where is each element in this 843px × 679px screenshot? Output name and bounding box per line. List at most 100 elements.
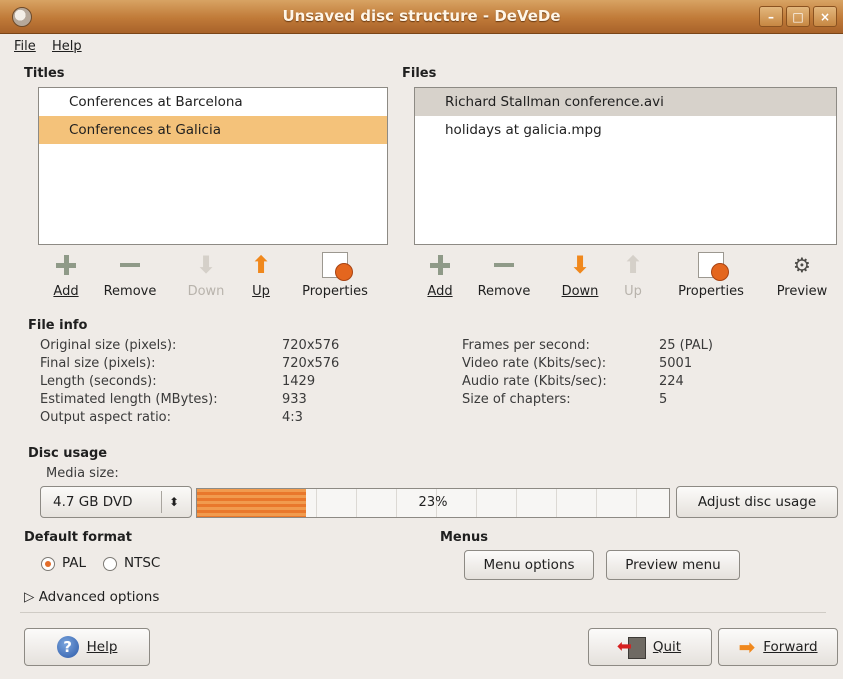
help-button-label: Help <box>86 639 118 655</box>
info-video-rate-value: 5001 <box>659 356 693 371</box>
down-arrow-icon: ⬇ <box>195 251 217 279</box>
window-controls: – □ × <box>759 6 837 27</box>
preview-menu-button[interactable]: Preview menu <box>606 550 740 580</box>
menus-label: Menus <box>440 530 489 545</box>
ntsc-radio[interactable] <box>103 557 117 571</box>
info-length-value: 1429 <box>282 374 316 389</box>
preview-icon: ⚙ <box>793 253 811 277</box>
titles-add-button[interactable]: Add <box>46 252 86 299</box>
info-video-rate-label: Video rate (Kbits/sec): <box>462 356 607 371</box>
advanced-options-expander[interactable]: ▷ Advanced options <box>24 589 159 605</box>
forward-button-label: Forward <box>763 639 818 655</box>
files-list[interactable]: Richard Stallman conference.avi holidays… <box>414 87 837 245</box>
default-format-label: Default format <box>24 530 133 545</box>
title-bar[interactable]: Unsaved disc structure - DeVeDe – □ × <box>0 0 843 34</box>
quit-button[interactable]: Quit <box>588 628 712 666</box>
properties-icon <box>698 252 729 281</box>
media-size-select[interactable]: 4.7 GB DVD ⬍ <box>40 486 192 518</box>
disc-usage-percent: 23% <box>418 495 448 510</box>
files-down-label: Down <box>561 284 599 299</box>
info-length-label: Length (seconds): <box>40 374 157 389</box>
quit-button-label: Quit <box>652 639 682 655</box>
ntsc-label[interactable]: NTSC <box>124 555 160 571</box>
titles-properties-button[interactable]: Properties <box>288 252 382 299</box>
info-audio-rate-value: 224 <box>659 374 684 389</box>
pal-label[interactable]: PAL <box>62 555 86 571</box>
files-properties-button[interactable]: Properties <box>664 252 758 299</box>
menu-options-label: Menu options <box>483 557 575 573</box>
adjust-disc-usage-button[interactable]: Adjust disc usage <box>676 486 838 518</box>
info-chapter-size-label: Size of chapters: <box>462 392 571 407</box>
titles-up-label: Up <box>252 284 270 299</box>
info-final-size-value: 720x576 <box>282 356 340 371</box>
titles-list[interactable]: Conferences at Barcelona Conferences at … <box>38 87 388 245</box>
quit-icon <box>617 636 646 659</box>
files-remove-button[interactable]: Remove <box>468 252 540 299</box>
files-remove-label: Remove <box>477 284 531 299</box>
file-info-label: File info <box>28 318 88 333</box>
media-size-label: Media size: <box>46 466 119 481</box>
expander-triangle-icon: ▷ <box>24 589 35 605</box>
disc-usage-label: Disc usage <box>28 446 108 461</box>
up-arrow-icon: ⬆ <box>250 251 272 279</box>
add-icon <box>53 252 79 278</box>
file-menu[interactable]: File <box>14 39 36 54</box>
titles-down-button[interactable]: ⬇ Down <box>178 252 234 299</box>
remove-icon <box>491 252 517 278</box>
up-arrow-icon: ⬆ <box>622 251 644 279</box>
forward-button[interactable]: ➡ Forward <box>718 628 838 666</box>
pal-radio[interactable] <box>41 557 55 571</box>
titles-remove-button[interactable]: Remove <box>94 252 166 299</box>
advanced-options-label: Advanced options <box>38 589 160 605</box>
info-estimated-length-label: Estimated length (MBytes): <box>40 392 218 407</box>
file-menu-label: File <box>14 39 36 54</box>
footer-separator <box>20 612 826 613</box>
files-label: Files <box>402 66 437 81</box>
info-audio-rate-label: Audio rate (Kbits/sec): <box>462 374 607 389</box>
help-menu[interactable]: Help <box>52 39 82 54</box>
file-item-stallman[interactable]: Richard Stallman conference.avi <box>415 88 836 116</box>
info-aspect-ratio-value: 4:3 <box>282 410 303 425</box>
titles-label: Titles <box>24 66 65 81</box>
files-up-button[interactable]: ⬆ Up <box>616 252 650 299</box>
combo-separator <box>161 491 162 513</box>
help-menu-label: Help <box>52 39 82 54</box>
close-button[interactable]: × <box>813 6 837 27</box>
menubar: File Help <box>0 34 843 60</box>
info-fps-label: Frames per second: <box>462 338 590 353</box>
help-button[interactable]: ? Help <box>24 628 150 666</box>
files-preview-button[interactable]: ⚙ Preview <box>766 252 838 299</box>
info-estimated-length-value: 933 <box>282 392 307 407</box>
info-chapter-size-value: 5 <box>659 392 668 407</box>
title-item-galicia[interactable]: Conferences at Galicia <box>39 116 387 144</box>
files-add-label: Add <box>427 284 453 299</box>
adjust-disc-usage-label: Adjust disc usage <box>697 494 817 510</box>
media-size-value: 4.7 GB DVD <box>53 494 133 510</box>
files-preview-label: Preview <box>776 284 828 299</box>
file-item-holidays[interactable]: holidays at galicia.mpg <box>415 116 836 144</box>
files-down-button[interactable]: ⬇ Down <box>552 252 608 299</box>
properties-icon <box>322 252 353 281</box>
titles-properties-label: Properties <box>302 284 368 299</box>
info-fps-value: 25 (PAL) <box>659 338 713 353</box>
maximize-button[interactable]: □ <box>786 6 810 27</box>
info-aspect-ratio-label: Output aspect ratio: <box>40 410 172 425</box>
files-add-button[interactable]: Add <box>420 252 460 299</box>
remove-icon <box>117 252 143 278</box>
preview-menu-label: Preview menu <box>625 557 721 573</box>
menu-options-button[interactable]: Menu options <box>464 550 594 580</box>
titles-down-label: Down <box>187 284 225 299</box>
titles-up-button[interactable]: ⬆ Up <box>244 252 278 299</box>
titles-add-label: Add <box>53 284 79 299</box>
add-icon <box>427 252 453 278</box>
files-properties-label: Properties <box>678 284 744 299</box>
title-item-barcelona[interactable]: Conferences at Barcelona <box>39 88 387 116</box>
info-final-size-label: Final size (pixels): <box>40 356 156 371</box>
minimize-button[interactable]: – <box>759 6 783 27</box>
disc-usage-bar: 23% <box>196 488 670 518</box>
files-up-label: Up <box>624 284 642 299</box>
info-original-size-label: Original size (pixels): <box>40 338 177 353</box>
window-title: Unsaved disc structure - DeVeDe <box>282 7 561 25</box>
info-original-size-value: 720x576 <box>282 338 340 353</box>
devede-window: Unsaved disc structure - DeVeDe – □ × Fi… <box>0 0 843 679</box>
